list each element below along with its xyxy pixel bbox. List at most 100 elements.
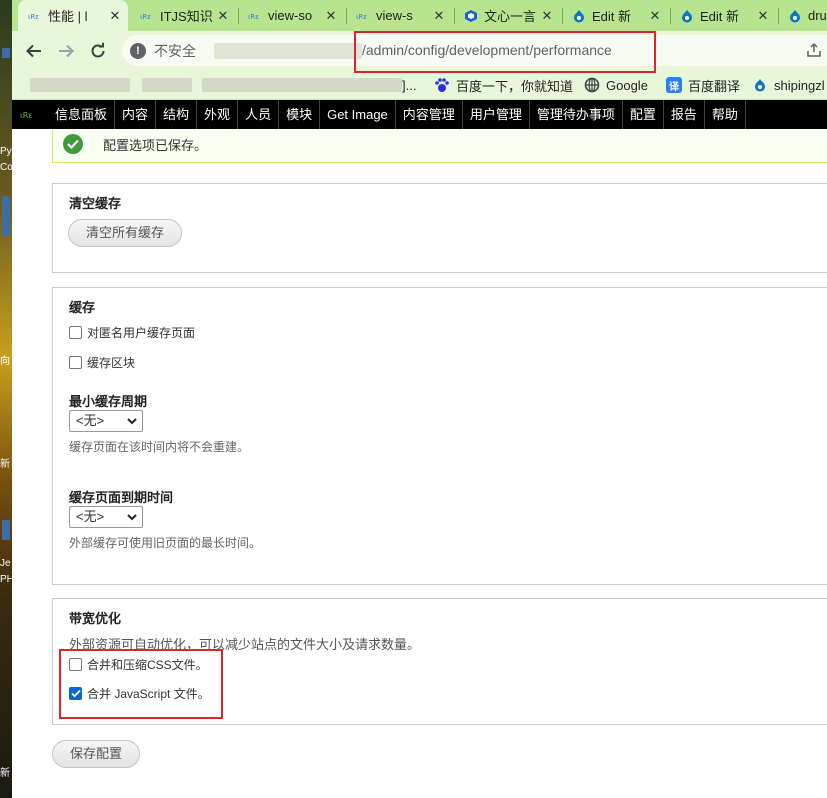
tab-title: Edit 新 <box>700 9 740 24</box>
bookmark-label: 百度翻译 <box>688 78 741 94</box>
checkbox-label: 缓存区块 <box>87 356 136 370</box>
tab-performance[interactable]: ιRε 性能 | l ✕ <box>18 0 128 31</box>
close-tab-icon[interactable]: ✕ <box>432 8 446 24</box>
admin-menu-item[interactable]: 帮助 <box>705 100 746 129</box>
bookmark-baidu-translate[interactable]: 译 百度翻译 <box>666 76 740 94</box>
anonymous-cache-checkbox[interactable] <box>69 326 82 339</box>
checkmark-icon <box>70 689 81 698</box>
page-cache-max-age-select[interactable]: <无> <box>69 506 143 528</box>
tab-title: view-so <box>268 8 313 23</box>
desktop-icon[interactable] <box>2 520 10 540</box>
admin-menu-item[interactable]: 信息面板 <box>48 100 116 129</box>
site-logo-icon[interactable]: ιRε <box>12 100 48 129</box>
admin-menu-item[interactable]: 管理待办事项 <box>530 100 623 129</box>
admin-menu-item[interactable]: 配置 <box>623 100 664 129</box>
status-message-text: 配置选项已保存。 <box>103 138 208 153</box>
anonymous-cache-option[interactable]: 对匿名用户缓存页面 <box>69 324 195 341</box>
desktop-icon[interactable] <box>2 196 10 236</box>
tab-wenxin[interactable]: 文心一言 ✕ <box>454 0 560 31</box>
block-cache-checkbox[interactable] <box>69 356 82 369</box>
checkbox-label: 合并和压缩CSS文件。 <box>87 658 208 672</box>
tab-edit-2[interactable]: Edit 新 ✕ <box>670 0 776 31</box>
status-message: 配置选项已保存。 <box>52 129 827 163</box>
close-tab-icon[interactable]: ✕ <box>648 8 662 24</box>
wenxin-cube-icon <box>464 9 478 23</box>
fieldset-bandwidth-optimization: 带宽优化 外部资源可自动优化，可以减少站点的文件大小及请求数量。 合并和压缩CS… <box>52 598 827 725</box>
close-tab-icon[interactable]: ✕ <box>216 8 230 24</box>
select-value: <无> <box>76 413 105 428</box>
forward-button[interactable] <box>54 39 78 63</box>
bookmark-label: 百度一下，你就知道 <box>456 78 574 94</box>
desktop-background: Py Co 向 新 Je PH 新 <box>0 0 12 798</box>
aggregate-js-option[interactable]: 合并 JavaScript 文件。 <box>69 685 210 702</box>
desktop-icon-label: Je <box>0 558 11 569</box>
aggregate-js-checkbox[interactable] <box>69 687 82 700</box>
chevron-down-icon <box>127 514 137 521</box>
translate-icon: 译 <box>666 77 682 93</box>
admin-menu-item[interactable]: 内容管理 <box>396 100 463 129</box>
chevron-down-icon <box>127 418 137 425</box>
bookmark-item[interactable]: ]... <box>402 76 416 94</box>
share-icon[interactable] <box>807 42 821 60</box>
close-tab-icon[interactable]: ✕ <box>756 8 770 24</box>
close-tab-icon[interactable]: ✕ <box>540 8 554 24</box>
svg-text:ιRε: ιRε <box>248 13 259 21</box>
tab-title: view-s <box>376 8 413 23</box>
page-content: 配置选项已保存。 清空缓存 清空所有缓存 缓存 对匿名用户缓存页面 缓存区块 最… <box>12 129 827 798</box>
admin-menu-item[interactable]: Get Image <box>320 100 396 129</box>
tab-title: dru <box>808 8 827 23</box>
close-tab-icon[interactable]: ✕ <box>324 8 338 24</box>
security-indicator[interactable]: ! 不安全 <box>130 42 196 60</box>
close-tab-icon[interactable]: ✕ <box>108 8 122 24</box>
desktop-icon[interactable] <box>2 48 10 58</box>
admin-menu-item[interactable]: 结构 <box>156 100 198 129</box>
fieldset-legend: 缓存 <box>69 300 96 315</box>
drupal-icon <box>680 9 694 23</box>
admin-menu-item[interactable]: 外观 <box>197 100 239 129</box>
address-bar[interactable]: ! 不安全 /admin/config/development/performa… <box>122 35 827 66</box>
clear-all-caches-button[interactable]: 清空所有缓存 <box>68 219 183 247</box>
back-button[interactable] <box>22 39 46 63</box>
drupal-icon <box>572 9 586 23</box>
tab-drupal[interactable]: dru <box>778 0 827 31</box>
checkmark-icon <box>63 134 83 154</box>
aggregate-css-checkbox[interactable] <box>69 658 82 671</box>
block-cache-option[interactable]: 缓存区块 <box>69 354 135 371</box>
bookmark-shipingzl[interactable]: shipingzl <box>752 76 825 94</box>
min-cache-lifetime-select[interactable]: <无> <box>69 410 143 432</box>
drupal-icon <box>752 77 768 93</box>
svg-text:ιRε: ιRε <box>20 111 33 120</box>
security-label: 不安全 <box>154 43 196 59</box>
admin-menu-item[interactable]: 模块 <box>279 100 321 129</box>
reload-button[interactable] <box>86 39 110 63</box>
tab-edit-1[interactable]: Edit 新 ✕ <box>562 0 668 31</box>
toolbar: ! 不安全 /admin/config/development/performa… <box>12 31 827 70</box>
site-favicon-icon: ιRε <box>140 9 154 23</box>
tab-strip: ιRε 性能 | l ✕ ιRε ITJS知识 ✕ ιRε view-so ✕ … <box>12 0 827 31</box>
admin-menu: ιRε 信息面板 内容 结构 外观 人员 模块 Get Image 内容管理 用… <box>12 100 827 129</box>
desktop-icon-label: Py <box>0 146 12 157</box>
admin-menu-item[interactable]: 用户管理 <box>463 100 530 129</box>
bookmark-google[interactable]: Google <box>584 76 648 94</box>
fieldset-legend: 清空缓存 <box>69 196 122 211</box>
tab-title: ITJS知识 <box>160 9 212 24</box>
aggregate-css-option[interactable]: 合并和压缩CSS文件。 <box>69 656 208 673</box>
site-favicon-icon: ιRε <box>248 9 262 23</box>
fieldset-caching: 缓存 对匿名用户缓存页面 缓存区块 最小缓存周期 <无> 缓存页面在该时间内将不… <box>52 287 827 585</box>
bookmark-baidu[interactable]: 百度一下，你就知道 <box>434 76 573 94</box>
admin-menu-item[interactable]: 内容 <box>115 100 157 129</box>
admin-menu-item[interactable]: 报告 <box>664 100 705 129</box>
browser-window: ιRε 性能 | l ✕ ιRε ITJS知识 ✕ ιRε view-so ✕ … <box>12 0 827 798</box>
desktop-icon-label: PH <box>0 574 12 585</box>
tab-view-source-2[interactable]: ιRε view-s ✕ <box>346 0 452 31</box>
paw-icon <box>434 77 450 93</box>
fieldset-description: 外部资源可自动优化，可以减少站点的文件大小及请求数量。 <box>69 637 421 652</box>
svg-text:ιRε: ιRε <box>356 13 367 21</box>
tab-view-source-1[interactable]: ιRε view-so ✕ <box>238 0 344 31</box>
fieldset-legend: 带宽优化 <box>69 611 122 626</box>
save-configuration-button[interactable]: 保存配置 <box>52 740 141 768</box>
desktop-icon-label: 新 <box>0 768 10 779</box>
admin-menu-item[interactable]: 人员 <box>238 100 280 129</box>
drupal-icon <box>788 9 802 23</box>
tab-itjs[interactable]: ιRε ITJS知识 ✕ <box>130 0 236 31</box>
